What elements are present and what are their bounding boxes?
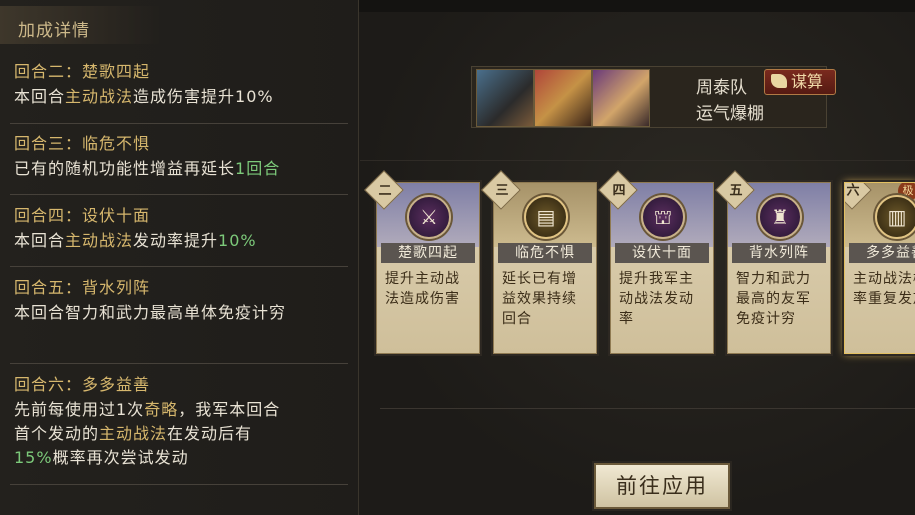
entry-body: 已有的随机功能性增益再延长1回合	[14, 159, 281, 178]
top-strip	[359, 0, 915, 12]
entry-head: 回合五：背水列阵	[14, 278, 151, 297]
apply-button[interactable]: 前往应用	[594, 463, 730, 509]
warrior-icon: ♜	[758, 195, 802, 239]
team-name: 周泰队	[696, 78, 747, 98]
divider	[380, 408, 915, 409]
entry-body: 本回合主动战法发动率提升10%	[14, 231, 257, 250]
divider	[10, 194, 348, 195]
entry-body: 本回合主动战法造成伤害提升10%	[14, 87, 274, 106]
bonus-card-round-2[interactable]: 二 ⚔ 楚歌四起 提升主动战法造成伤害	[364, 170, 480, 354]
bonus-card-round-3[interactable]: 三 ▤ 临危不惧 延长已有增益效果持续回合	[481, 170, 597, 354]
card-title: 多多益善	[849, 243, 915, 263]
round-entry-3: 回合三：临危不惧 已有的随机功能性增益再延长1回合	[14, 130, 346, 181]
round-entry-2: 回合二：楚歌四起 本回合主动战法造成伤害提升10%	[14, 58, 346, 109]
divider	[10, 123, 348, 124]
entry-head: 回合二：楚歌四起	[14, 62, 151, 81]
card-title: 设伏十面	[615, 243, 709, 263]
bonus-card-round-6[interactable]: 六 极 ▥ 多多益善 主动战法概率重复发放	[844, 182, 915, 354]
round-entry-6: 回合六：多多益善 先前每使用过1次奇略，我军本回合 首个发动的主动战法在发动后有…	[14, 371, 346, 470]
bonus-card-round-5[interactable]: 五 ♜ 背水列阵 智力和武力最高的友军免疫计穷	[715, 170, 831, 354]
card-description: 智力和武力最高的友军免疫计穷	[736, 271, 811, 327]
round-entry-5: 回合五：背水列阵 本回合智力和武力最高单体免疫计穷	[14, 274, 346, 325]
divider	[10, 363, 348, 364]
card-description: 提升主动战法造成伤害	[385, 271, 460, 307]
scroll-icon	[771, 74, 787, 88]
sword-strike-icon: ⚔	[407, 195, 451, 239]
scrolls-icon: ▥	[875, 195, 915, 239]
divider	[10, 484, 348, 485]
portrait-avatar-3	[592, 69, 650, 127]
entry-body: 本回合智力和武力最高单体免疫计穷	[14, 303, 287, 322]
entry-body: 先前每使用过1次奇略，我军本回合 首个发动的主动战法在发动后有 15%概率再次尝…	[14, 400, 281, 467]
bonus-card-round-4[interactable]: 四 ⛫ 设伏十面 提升我军主动战法发动率	[598, 170, 714, 354]
entry-head: 回合四：设伏十面	[14, 206, 151, 225]
scroll-icon: ▤	[524, 195, 568, 239]
card-title: 临危不惧	[498, 243, 592, 263]
entry-head: 回合六：多多益善	[14, 375, 151, 394]
team-subtitle: 运气爆棚	[696, 104, 764, 124]
team-card[interactable]: 周泰队 谋算 运气爆棚	[471, 66, 836, 128]
divider	[360, 160, 915, 161]
ambush-icon: ⛫	[641, 195, 685, 239]
card-title: 背水列阵	[732, 243, 826, 263]
divider	[10, 266, 348, 267]
portrait-avatar-2	[534, 69, 592, 127]
card-title: 楚歌四起	[381, 243, 475, 263]
entry-head: 回合三：临危不惧	[14, 134, 151, 153]
card-description: 延长已有增益效果持续回合	[502, 271, 577, 327]
card-description: 提升我军主动战法发动率	[619, 271, 694, 327]
round-entry-4: 回合四：设伏十面 本回合主动战法发动率提升10%	[14, 202, 346, 253]
bonus-detail-panel: 加成详情 回合二：楚歌四起 本回合主动战法造成伤害提升10% 回合三：临危不惧 …	[0, 0, 359, 515]
panel-title-bar: 加成详情	[0, 6, 160, 44]
card-description: 主动战法概率重复发放	[853, 271, 915, 307]
portrait-avatar-1	[476, 69, 534, 127]
panel-title: 加成详情	[18, 21, 90, 41]
strategy-badge: 谋算	[764, 69, 836, 95]
